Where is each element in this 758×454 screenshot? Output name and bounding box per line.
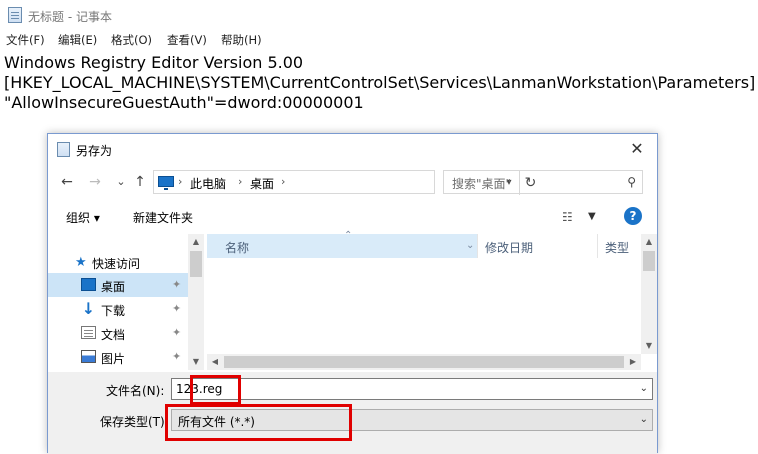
text-line: "AllowInsecureGuestAuth"=dword:00000001: [4, 93, 364, 112]
file-list-horizontal-scrollbar[interactable]: ◀ ▶: [207, 354, 641, 370]
save-form: 文件名(N): 123.reg ⌄ 保存类型(T): 所有文件 (*.*) ⌄: [48, 372, 657, 454]
save-as-dialog: 另存为 ✕ ← → ⌄ ↑ › 此电脑 › 桌面 › ▾ ↻ 搜索"桌面" ⚲ …: [47, 133, 658, 454]
column-divider[interactable]: [597, 234, 598, 258]
chevron-down-icon[interactable]: ⌄: [640, 383, 648, 394]
nav-item-pictures[interactable]: 图片 ✦: [48, 345, 188, 369]
nav-item-documents[interactable]: 文档 ✦: [48, 321, 188, 345]
navigation-pane: ★ 快速访问 桌面 ✦ ↓ 下载 ✦ 文档 ✦ 图片 ✦ ▲ ▼: [48, 234, 204, 370]
forward-arrow-icon[interactable]: →: [86, 173, 104, 191]
organize-button[interactable]: 组织 ▾: [66, 209, 100, 226]
nav-item-desktop[interactable]: 桌面 ✦: [48, 273, 188, 297]
notepad-text-area[interactable]: Windows Registry Editor Version 5.00 [HK…: [4, 53, 755, 113]
pin-icon[interactable]: ✦: [172, 350, 181, 363]
notepad-title-bar: 无标题 - 记事本: [0, 0, 758, 30]
picture-icon: [81, 350, 96, 363]
toolbar: 组织 ▾ 新建文件夹 ☷ ▼ ?: [48, 204, 657, 230]
scroll-down-icon[interactable]: ▼: [188, 354, 204, 370]
help-icon[interactable]: ?: [624, 207, 642, 225]
chevron-down-icon[interactable]: ⌄: [466, 240, 474, 251]
menu-edit[interactable]: 编辑(E): [58, 32, 97, 48]
nav-item-label: 图片: [101, 352, 126, 366]
breadcrumb-separator[interactable]: ›: [238, 175, 242, 188]
column-divider[interactable]: [477, 234, 478, 258]
nav-item-label: 桌面: [101, 280, 126, 294]
scroll-up-icon[interactable]: ▲: [188, 234, 204, 250]
sort-ascending-icon: ⌃: [344, 230, 353, 241]
nav-pane-scrollbar[interactable]: ▲ ▼: [188, 234, 204, 370]
quick-access-label[interactable]: 快速访问: [92, 255, 140, 272]
menu-view[interactable]: 查看(V): [167, 32, 207, 48]
scroll-up-icon[interactable]: ▲: [641, 234, 657, 250]
nav-item-label: 文档: [101, 328, 126, 342]
nav-item-label: 下载: [101, 304, 126, 318]
download-icon: ↓: [81, 299, 96, 318]
notepad-title: 无标题 - 记事本: [28, 10, 112, 24]
navigation-bar: ← → ⌄ ↑ › 此电脑 › 桌面 › ▾ ↻ 搜索"桌面" ⚲: [48, 170, 657, 196]
scroll-down-icon[interactable]: ▼: [641, 338, 657, 354]
star-icon: ★: [75, 255, 87, 270]
menu-help[interactable]: 帮助(H): [221, 32, 262, 48]
file-list[interactable]: ⌃ 名称 ⌄ 修改日期 类型 ▲ ▼ ◀ ▶: [207, 230, 657, 370]
document-icon: [81, 326, 96, 339]
filename-label: 文件名(N):: [106, 384, 165, 398]
text-line: [HKEY_LOCAL_MACHINE\SYSTEM\CurrentContro…: [4, 73, 756, 92]
pin-icon[interactable]: ✦: [172, 278, 181, 291]
dialog-title: 另存为: [76, 144, 113, 158]
notepad-icon: [57, 142, 70, 157]
chevron-down-icon[interactable]: ⌄: [640, 414, 648, 425]
back-arrow-icon[interactable]: ←: [58, 173, 76, 191]
up-arrow-icon[interactable]: ↑: [131, 173, 149, 191]
chevron-down-icon[interactable]: ▼: [588, 211, 596, 222]
this-pc-icon: [158, 176, 174, 190]
address-bar[interactable]: › 此电脑 › 桌面 › ▾ ↻: [153, 170, 536, 195]
column-header-row: ⌃ 名称 ⌄ 修改日期 类型: [207, 230, 641, 258]
breadcrumb-separator[interactable]: ›: [281, 175, 285, 188]
search-box[interactable]: 搜索"桌面" ⚲: [443, 170, 643, 194]
column-name-label: 名称: [225, 241, 250, 255]
column-header-date[interactable]: 修改日期: [485, 239, 533, 256]
nav-item-downloads[interactable]: ↓ 下载 ✦: [48, 297, 188, 321]
pin-icon[interactable]: ✦: [172, 326, 181, 339]
menu-format[interactable]: 格式(O): [111, 32, 152, 48]
breadcrumb-separator[interactable]: ›: [178, 175, 182, 188]
dialog-title-bar: 另存为 ✕: [48, 134, 657, 164]
breadcrumb-desktop[interactable]: 桌面: [250, 175, 274, 192]
text-line: Windows Registry Editor Version 5.00: [4, 53, 304, 72]
scrollbar-thumb[interactable]: [643, 251, 655, 271]
highlight-box-filename: [190, 375, 241, 405]
close-button[interactable]: ✕: [617, 134, 657, 164]
notepad-icon: [8, 7, 22, 23]
search-icon[interactable]: ⚲: [627, 175, 636, 189]
new-folder-button[interactable]: 新建文件夹: [133, 209, 193, 226]
file-list-vertical-scrollbar[interactable]: ▲ ▼: [641, 234, 657, 354]
view-options-icon[interactable]: ☷: [562, 210, 573, 224]
scrollbar-thumb[interactable]: [224, 356, 624, 368]
recent-locations-chevron-icon[interactable]: ⌄: [112, 173, 130, 191]
scroll-left-icon[interactable]: ◀: [207, 354, 223, 370]
column-header-type[interactable]: 类型: [605, 239, 629, 256]
breadcrumb-this-pc[interactable]: 此电脑: [190, 175, 226, 192]
desktop-icon: [81, 278, 96, 291]
scroll-right-icon[interactable]: ▶: [625, 354, 641, 370]
scrollbar-thumb[interactable]: [190, 251, 202, 277]
menu-file[interactable]: 文件(F): [6, 32, 45, 48]
search-placeholder: 搜索"桌面": [452, 177, 512, 191]
highlight-box-filetype: [165, 404, 352, 441]
pin-icon[interactable]: ✦: [172, 302, 181, 315]
filename-input[interactable]: 123.reg ⌄: [171, 378, 653, 400]
filetype-label: 保存类型(T):: [100, 415, 169, 429]
